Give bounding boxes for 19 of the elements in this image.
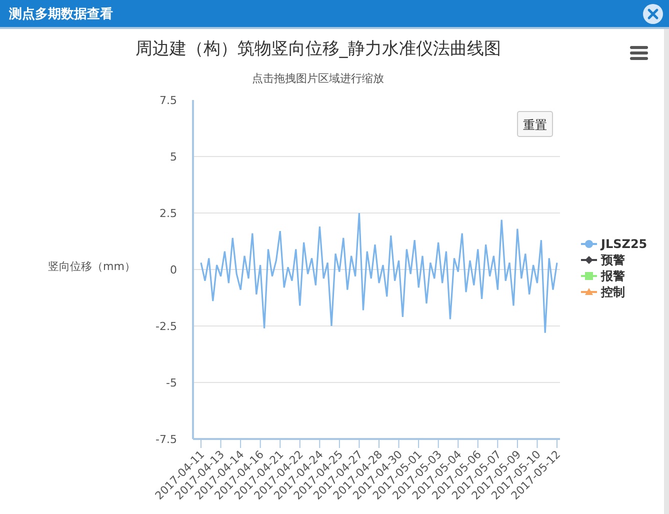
y-axis-label: 2.5 (160, 207, 177, 220)
y-axis-label: -2.5 (156, 320, 177, 333)
menu-icon[interactable] (630, 46, 648, 60)
close-icon[interactable] (642, 2, 664, 24)
chart-subtitle: 点击拖拽图片区域进行缩放 (252, 72, 384, 85)
legend-item[interactable]: 预警 (581, 253, 625, 267)
y-axis-label: 7.5 (160, 94, 177, 107)
y-axis-label: -7.5 (156, 433, 177, 446)
y-axis-label: 5 (170, 150, 177, 164)
legend-label: JLSZ25 (600, 237, 648, 251)
reset-button[interactable]: 重置 (517, 111, 553, 137)
legend-item[interactable]: JLSZ25 (581, 237, 648, 251)
y-axis-label: 0 (170, 264, 177, 276)
y-axis-label: -5 (166, 376, 177, 390)
y-axis-title: 竖向位移（mm） (48, 260, 136, 273)
window-title: 测点多期数据查看 (9, 6, 113, 22)
legend-item[interactable]: 控制 (581, 285, 625, 299)
legend-item[interactable]: 报警 (581, 269, 625, 283)
chart-title: 周边建（构）筑物竖向位移_静力水准仪法曲线图 (135, 39, 501, 59)
